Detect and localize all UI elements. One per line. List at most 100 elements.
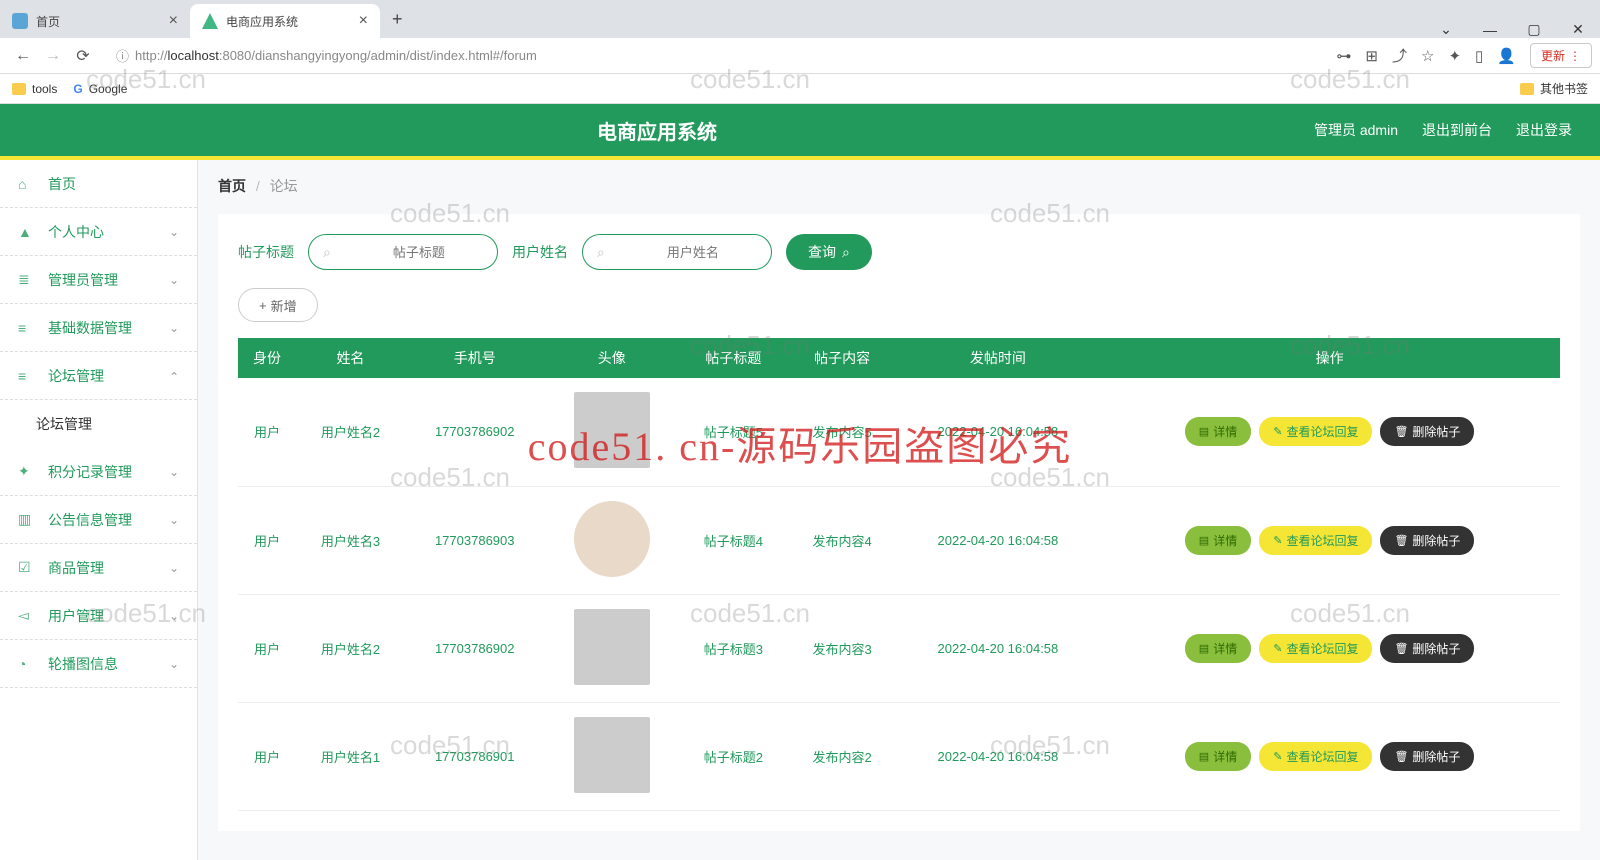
reload-button[interactable]: ⟳ (68, 46, 98, 66)
cell-phone: 17703786903 (405, 486, 545, 594)
translate-icon[interactable]: ⊞ (1365, 47, 1378, 65)
sidebar-item-label: 公告信息管理 (48, 510, 132, 530)
cell-content: 发布内容5 (788, 378, 897, 486)
bookmark-tools[interactable]: tools (12, 82, 57, 96)
cell-phone: 17703786901 (405, 702, 545, 810)
view-reply-button[interactable]: ✎查看论坛回复 (1259, 526, 1372, 555)
sidebar-item-1[interactable]: ▲个人中心⌄ (0, 208, 197, 256)
cell-name: 用户姓名3 (296, 486, 405, 594)
tab-label: 首页 (36, 13, 60, 30)
window-minimize-icon[interactable]: — (1468, 22, 1512, 38)
cell-avatar (545, 702, 679, 810)
query-button[interactable]: 查询⌕ (786, 234, 872, 270)
breadcrumb-current: 论坛 (270, 178, 298, 194)
view-reply-button[interactable]: ✎查看论坛回复 (1259, 417, 1372, 446)
cell-avatar (545, 486, 679, 594)
content-panel: 帖子标题 ⌕ 用户姓名 ⌕ 查询⌕ +新增 身份姓名手机号头像帖子标题帖子内容发… (218, 214, 1580, 831)
avatar-image (574, 609, 650, 685)
address-bar[interactable]: ⓘ http:// localhost :8080 /dianshangying… (106, 42, 1328, 70)
chevron-down-icon: ⌄ (169, 321, 179, 335)
window-maximize-icon[interactable]: ▢ (1512, 21, 1556, 38)
window-close-icon[interactable]: ✕ (1556, 21, 1600, 38)
user-input[interactable] (605, 245, 781, 260)
sidebar-item-label: 商品管理 (48, 558, 104, 578)
extensions-icon[interactable]: ✦ (1448, 47, 1461, 65)
toolbar-right-icons: ⊶ ⊞ ⤴ ☆ ✦ ▯ 👤 更新⋮ (1336, 43, 1592, 68)
panel-icon[interactable]: ▯ (1475, 47, 1483, 65)
sidebar-icon: ◅ (18, 607, 36, 624)
window-dropdown-icon[interactable]: ⌄ (1424, 21, 1468, 38)
table-header: 帖子内容 (788, 338, 897, 378)
delete-button[interactable]: 🗑删除帖子 (1380, 526, 1474, 555)
sidebar-item-label: 积分记录管理 (48, 462, 132, 482)
sidebar: ⌂首页▲个人中心⌄≣管理员管理⌄≡基础数据管理⌄≡论坛管理⌄论坛管理✦积分记录管… (0, 160, 198, 860)
tab-favicon-icon (202, 13, 218, 29)
chevron-down-icon: ⌄ (169, 225, 179, 239)
sidebar-icon: ☑ (18, 559, 36, 576)
chevron-down-icon: ⌄ (169, 513, 179, 527)
new-tab-button[interactable]: + (380, 9, 415, 30)
share-icon[interactable]: ⤴ (1392, 45, 1407, 66)
edit-icon: ✎ (1273, 642, 1282, 655)
detail-button[interactable]: ▤详情 (1185, 742, 1251, 771)
breadcrumb-sep: / (256, 178, 260, 194)
admin-link[interactable]: 管理员 admin (1314, 120, 1398, 140)
url-port: :8080 (219, 48, 252, 63)
trash-icon: 🗑 (1394, 534, 1408, 547)
cell-phone: 17703786902 (405, 594, 545, 702)
chevron-down-icon: ⌄ (169, 273, 179, 287)
other-bookmarks[interactable]: 其他书签 (1520, 80, 1588, 97)
table-header: 发帖时间 (897, 338, 1100, 378)
sidebar-item-2[interactable]: ≣管理员管理⌄ (0, 256, 197, 304)
url-host: localhost (168, 48, 219, 63)
detail-button[interactable]: ▤详情 (1185, 417, 1251, 446)
google-icon: G (73, 82, 82, 96)
sidebar-item-5[interactable]: ✦积分记录管理⌄ (0, 448, 197, 496)
sidebar-item-6[interactable]: ▥ 公告信息管理 ⌄ (0, 496, 197, 544)
url-prefix: http:// (135, 48, 168, 63)
site-info-icon[interactable]: ⓘ (116, 46, 129, 65)
close-tab-icon[interactable]: × (169, 12, 178, 30)
view-reply-button[interactable]: ✎查看论坛回复 (1259, 634, 1372, 663)
logout-link[interactable]: 退出登录 (1516, 120, 1572, 140)
key-icon[interactable]: ⊶ (1336, 47, 1351, 65)
delete-button[interactable]: 🗑删除帖子 (1380, 634, 1474, 663)
back-button[interactable]: ← (8, 47, 38, 65)
star-icon[interactable]: ☆ (1421, 47, 1434, 65)
detail-button[interactable]: ▤详情 (1185, 526, 1251, 555)
chevron-down-icon: ⌄ (169, 369, 179, 383)
delete-button[interactable]: 🗑删除帖子 (1380, 417, 1474, 446)
detail-button[interactable]: ▤详情 (1185, 634, 1251, 663)
title-input[interactable] (331, 245, 507, 260)
sidebar-item-0[interactable]: ⌂首页 (0, 160, 197, 208)
front-link[interactable]: 退出到前台 (1422, 120, 1492, 140)
app-header: 电商应用系统 管理员 admin 退出到前台 退出登录 (0, 104, 1600, 160)
sidebar-item-4[interactable]: ≡论坛管理⌄ (0, 352, 197, 400)
delete-button[interactable]: 🗑删除帖子 (1380, 742, 1474, 771)
profile-icon[interactable]: 👤 (1497, 47, 1516, 65)
sidebar-item-8[interactable]: ◅用户管理⌄ (0, 592, 197, 640)
cell-title: 帖子标题5 (679, 378, 788, 486)
view-reply-button[interactable]: ✎查看论坛回复 (1259, 742, 1372, 771)
forward-button[interactable]: → (38, 47, 68, 65)
cell-title: 帖子标题2 (679, 702, 788, 810)
browser-tab-1[interactable]: 电商应用系统 × (190, 4, 380, 38)
table-header: 头像 (545, 338, 679, 378)
table-row: 用户 用户姓名2 17703786902 帖子标题3 发布内容3 2022-04… (238, 594, 1560, 702)
edit-icon: ✎ (1273, 425, 1282, 438)
bookmark-google[interactable]: GGoogle (73, 82, 127, 96)
search-icon: ⌕ (842, 244, 850, 261)
add-button[interactable]: +新增 (238, 288, 318, 322)
sidebar-subitem[interactable]: 论坛管理 (0, 400, 197, 448)
browser-tab-0[interactable]: 首页 × (0, 4, 190, 38)
close-tab-icon[interactable]: × (359, 12, 368, 30)
cell-name: 用户姓名2 (296, 594, 405, 702)
update-button[interactable]: 更新⋮ (1530, 43, 1592, 68)
sidebar-item-3[interactable]: ≡基础数据管理⌄ (0, 304, 197, 352)
sidebar-item-9[interactable]: ◔轮播图信息⌄ (0, 640, 197, 688)
sidebar-item-7[interactable]: ☑商品管理⌄ (0, 544, 197, 592)
cell-role: 用户 (238, 594, 296, 702)
sidebar-icon: ▥ (18, 511, 36, 528)
title-input-wrap: ⌕ (308, 234, 498, 270)
breadcrumb-home[interactable]: 首页 (218, 178, 246, 194)
